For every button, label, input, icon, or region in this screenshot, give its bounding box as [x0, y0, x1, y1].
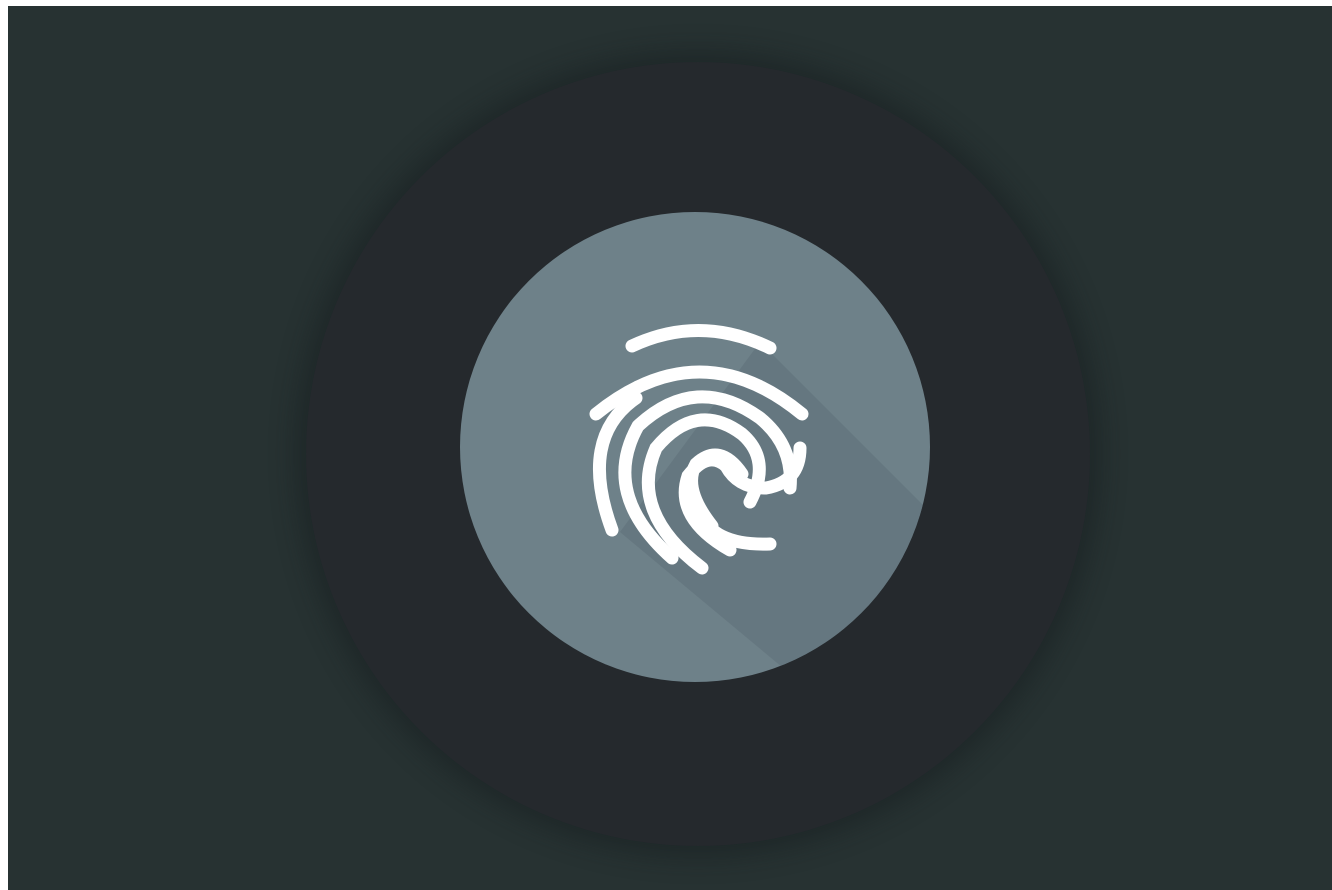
fingerprint-sensor-button[interactable] — [460, 212, 930, 682]
fingerprint-icon — [589, 324, 930, 682]
fingerprint-ridge-top — [625, 324, 777, 355]
fingerprint-screen — [8, 6, 1332, 890]
